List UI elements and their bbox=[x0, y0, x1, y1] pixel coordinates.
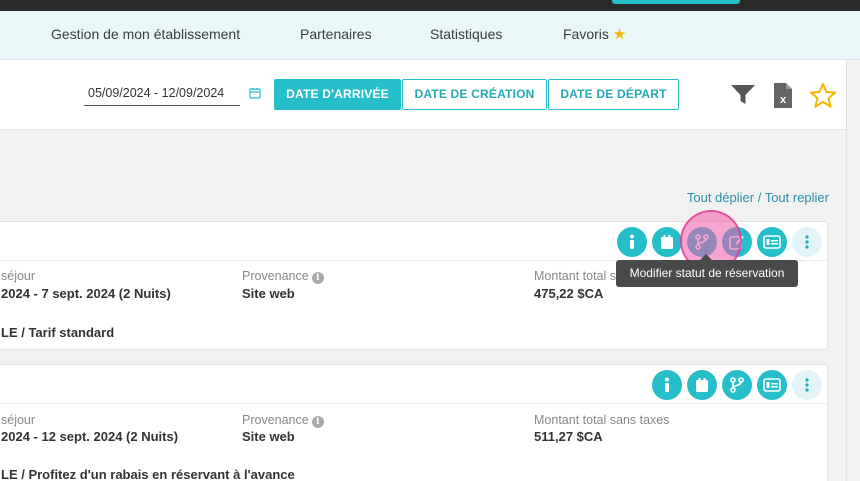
filter-icon[interactable] bbox=[730, 84, 756, 106]
change-status-button[interactable] bbox=[722, 370, 752, 400]
page-scrollbar[interactable] bbox=[846, 60, 860, 481]
edit-button[interactable] bbox=[722, 227, 752, 257]
link-separator: / bbox=[754, 190, 765, 205]
payment-button[interactable] bbox=[757, 370, 787, 400]
favorite-star-icon[interactable] bbox=[809, 82, 837, 109]
more-vertical-icon bbox=[805, 378, 809, 392]
calendar-icon bbox=[696, 378, 708, 392]
amount-value: 475,22 $CA bbox=[534, 286, 604, 301]
expand-all-link[interactable]: Tout déplier bbox=[687, 190, 754, 205]
expand-collapse-links: Tout déplier / Tout replier bbox=[687, 190, 829, 205]
source-value: Site web bbox=[242, 286, 295, 301]
status-branch-icon bbox=[695, 234, 709, 250]
info-button[interactable] bbox=[652, 370, 682, 400]
svg-text:x: x bbox=[780, 94, 787, 106]
filter-bar: 05/09/2024 - 12/09/2024 DATE D'ARRIVÉE D… bbox=[0, 60, 860, 130]
stay-value: 2024 - 12 sept. 2024 (2 Nuits) bbox=[1, 429, 179, 444]
nav-item-statistiques[interactable]: Statistiques bbox=[430, 11, 502, 60]
stay-value: 2024 - 7 sept. 2024 (2 Nuits) bbox=[1, 286, 171, 301]
calendar-icon bbox=[661, 235, 673, 249]
reservation-card: séjour 2024 - 12 sept. 2024 (2 Nuits) Pr… bbox=[0, 364, 828, 481]
source-value: Site web bbox=[242, 429, 295, 444]
payment-button[interactable] bbox=[757, 227, 787, 257]
source-label: Provenance i bbox=[242, 413, 324, 428]
room-rate: LE / Profitez d'un rabais en réservant à… bbox=[1, 467, 295, 481]
departure-date-button[interactable]: DATE DE DÉPART bbox=[548, 79, 679, 110]
payment-card-icon bbox=[763, 235, 781, 249]
source-label: Provenance i bbox=[242, 269, 324, 284]
status-tooltip: Modifier statut de réservation bbox=[616, 260, 798, 287]
arrival-date-button[interactable]: DATE D'ARRIVÉE bbox=[274, 79, 401, 110]
nav-item-partenaires[interactable]: Partenaires bbox=[300, 11, 372, 60]
source-label-text: Provenance bbox=[242, 269, 309, 283]
room-rate: LE / Tarif standard bbox=[1, 325, 115, 340]
card-actions bbox=[652, 370, 822, 400]
nav-item-favoris[interactable]: Favoris ★ bbox=[563, 11, 626, 60]
star-icon: ★ bbox=[612, 26, 627, 43]
excel-export-icon[interactable]: x bbox=[772, 82, 794, 109]
collapse-all-link[interactable]: Tout replier bbox=[765, 190, 829, 205]
stay-label: séjour bbox=[1, 413, 36, 427]
info-icon[interactable]: i bbox=[311, 272, 324, 284]
calendar-icon[interactable] bbox=[249, 87, 261, 99]
info-button[interactable] bbox=[617, 227, 647, 257]
change-status-button[interactable] bbox=[687, 227, 717, 257]
nav-item-gestion[interactable]: Gestion de mon établissement bbox=[51, 11, 240, 60]
card-header bbox=[0, 365, 827, 404]
more-vertical-icon bbox=[805, 235, 809, 249]
amount-label: Montant total sans taxes bbox=[534, 413, 670, 427]
status-branch-icon bbox=[730, 377, 744, 393]
more-options-button[interactable] bbox=[792, 370, 822, 400]
creation-date-button[interactable]: DATE DE CRÉATION bbox=[402, 79, 547, 110]
nav-item-favoris-label: Favoris bbox=[563, 26, 609, 42]
stay-label: séjour bbox=[1, 269, 36, 283]
calendar-button[interactable] bbox=[652, 227, 682, 257]
info-icon[interactable]: i bbox=[311, 416, 324, 428]
date-range-input[interactable]: 05/09/2024 - 12/09/2024 bbox=[84, 82, 240, 106]
main-nav: Gestion de mon établissement Partenaires… bbox=[0, 11, 860, 60]
source-label-text: Provenance bbox=[242, 413, 309, 427]
info-icon bbox=[630, 234, 634, 249]
amount-label: Montant total s bbox=[534, 269, 616, 283]
info-icon bbox=[665, 377, 669, 392]
edit-icon bbox=[729, 235, 744, 250]
amount-value: 511,27 $CA bbox=[534, 429, 603, 444]
card-actions bbox=[617, 227, 822, 257]
top-bar bbox=[0, 0, 860, 11]
top-accent-button[interactable] bbox=[612, 0, 740, 4]
payment-card-icon bbox=[763, 378, 781, 392]
more-options-button[interactable] bbox=[792, 227, 822, 257]
calendar-button[interactable] bbox=[687, 370, 717, 400]
